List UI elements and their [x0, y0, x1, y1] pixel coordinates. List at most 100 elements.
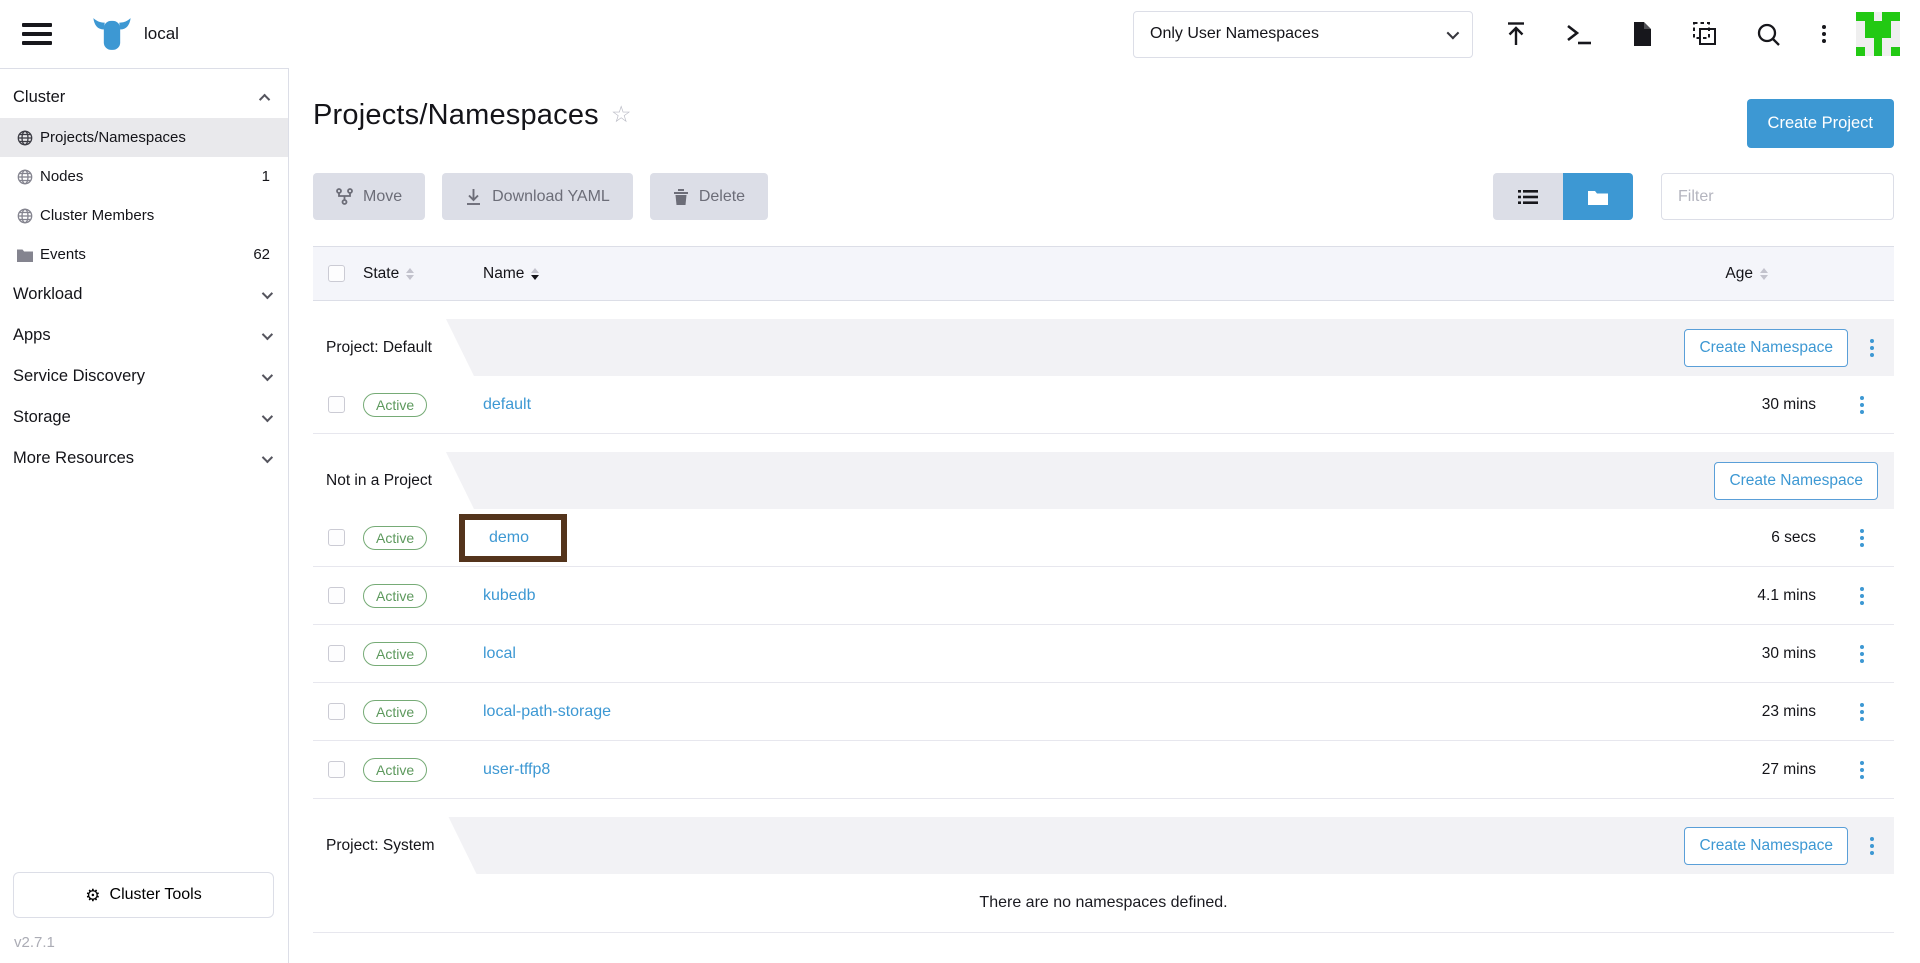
namespace-link[interactable]: default: [483, 396, 531, 414]
namespace-link[interactable]: demo: [489, 529, 529, 547]
kubeconfig-file-icon[interactable]: [1629, 21, 1655, 47]
state-badge: Active: [363, 584, 427, 608]
table-body: Project: Default Create Namespace Active de…: [313, 319, 1894, 933]
move-button[interactable]: Move: [313, 173, 425, 220]
row-checkbox[interactable]: [328, 396, 345, 413]
column-header-age[interactable]: Age: [1680, 265, 1830, 283]
namespace-link[interactable]: user-tffp8: [483, 761, 550, 779]
group-label-tab: Project: Default: [313, 319, 474, 376]
sort-icon: [406, 268, 414, 280]
search-icon[interactable]: [1755, 21, 1781, 47]
filter-input[interactable]: [1661, 173, 1894, 220]
namespace-link[interactable]: local: [483, 645, 516, 663]
create-project-button[interactable]: Create Project: [1747, 99, 1894, 148]
import-yaml-icon[interactable]: [1503, 21, 1529, 47]
row-checkbox[interactable]: [328, 587, 345, 604]
age-value: 27 mins: [1762, 761, 1816, 779]
row-checkbox[interactable]: [328, 703, 345, 720]
sidebar-section-label: Apps: [13, 326, 51, 345]
row-actions-kebab-icon[interactable]: [1856, 699, 1868, 725]
table-row: Activeuser-tffp827 mins: [313, 741, 1894, 799]
row-actions-kebab-icon[interactable]: [1856, 641, 1868, 667]
folder-icon: [16, 246, 33, 263]
download-yaml-button[interactable]: Download YAML: [442, 173, 633, 220]
row-actions-kebab-icon[interactable]: [1856, 525, 1868, 551]
cluster-tools-label: Cluster Tools: [110, 886, 202, 904]
download-icon: [465, 188, 482, 206]
chevron-down-icon: [262, 451, 273, 462]
group-label-tab: Not in a Project: [313, 452, 474, 509]
group-row: Not in a Project Create Namespace: [313, 452, 1894, 509]
row-actions-kebab-icon[interactable]: [1856, 392, 1868, 418]
create-namespace-button[interactable]: Create Namespace: [1684, 329, 1848, 367]
body-row: ClusterProjects/NamespacesNodes1Cluster …: [0, 68, 1920, 963]
row-checkbox[interactable]: [328, 761, 345, 778]
rancher-logo-icon[interactable]: [92, 15, 132, 53]
cluster-name: local: [144, 24, 179, 44]
sidebar-section-workload[interactable]: Workload: [0, 274, 288, 315]
sidebar-section-label: Workload: [13, 285, 82, 304]
table-row: Activelocal30 mins: [313, 625, 1894, 683]
table-row: Activekubedb4.1 mins: [313, 567, 1894, 625]
group-actions-kebab-icon[interactable]: [1866, 833, 1878, 859]
sidebar-section-service-discovery[interactable]: Service Discovery: [0, 356, 288, 397]
topbar-right: Only User Namespaces: [1133, 11, 1900, 58]
move-icon: [336, 188, 353, 205]
table-row: Activedefault30 mins: [313, 376, 1894, 434]
main-content: Projects/Namespaces ☆ Create Project Mov…: [289, 68, 1920, 963]
chevron-down-icon: [262, 410, 273, 421]
user-avatar[interactable]: [1856, 12, 1900, 56]
globe-icon: [16, 168, 33, 185]
create-namespace-button[interactable]: Create Namespace: [1714, 462, 1878, 500]
sidebar-item-cluster-members[interactable]: Cluster Members: [0, 196, 288, 235]
globe-icon: [16, 129, 33, 146]
list-icon: [1518, 189, 1538, 205]
sort-icon: [1760, 268, 1768, 280]
sidebar-section-label: More Resources: [13, 449, 134, 468]
select-all-checkbox[interactable]: [328, 265, 345, 282]
delete-button[interactable]: Delete: [650, 173, 768, 220]
grouped-view-button[interactable]: [1563, 173, 1633, 220]
row-actions-kebab-icon[interactable]: [1856, 583, 1868, 609]
sidebar-section-storage[interactable]: Storage: [0, 397, 288, 438]
namespace-filter-value: Only User Namespaces: [1150, 25, 1319, 43]
state-badge: Active: [363, 393, 427, 417]
group-row: Project: Default Create Namespace: [313, 319, 1894, 376]
sidebar-section-label: Service Discovery: [13, 367, 145, 386]
column-header-state[interactable]: State: [363, 265, 483, 283]
state-badge: Active: [363, 642, 427, 666]
namespace-link[interactable]: kubedb: [483, 587, 536, 605]
sidebar-item-nodes[interactable]: Nodes1: [0, 157, 288, 196]
group-label: Project: Default: [326, 339, 432, 357]
namespace-link[interactable]: local-path-storage: [483, 703, 611, 721]
copy-kubeconfig-icon[interactable]: [1692, 21, 1718, 47]
group-label-tab: Project: System: [313, 817, 477, 874]
row-checkbox[interactable]: [328, 645, 345, 662]
sidebar-item-events[interactable]: Events62: [0, 235, 288, 274]
favorite-star-icon[interactable]: ☆: [611, 101, 632, 128]
right-controls: [1493, 173, 1894, 220]
create-namespace-button[interactable]: Create Namespace: [1684, 827, 1848, 865]
kubectl-shell-icon[interactable]: [1566, 21, 1592, 47]
group-controls: Create Namespace: [1714, 462, 1894, 500]
age-value: 6 secs: [1771, 529, 1816, 547]
list-view-button[interactable]: [1493, 173, 1563, 220]
sidebar-section-cluster[interactable]: Cluster: [0, 77, 288, 118]
age-value: 23 mins: [1762, 703, 1816, 721]
title-row: Projects/Namespaces ☆ Create Project: [313, 99, 1894, 148]
sort-icon-active: [531, 268, 539, 280]
top-bar: local Only User Namespaces: [0, 0, 1920, 68]
group-actions-kebab-icon[interactable]: [1866, 335, 1878, 361]
row-checkbox[interactable]: [328, 529, 345, 546]
sidebar-item-projects-namespaces[interactable]: Projects/Namespaces: [0, 118, 288, 157]
hamburger-menu-icon[interactable]: [22, 23, 52, 45]
sidebar-section-more-resources[interactable]: More Resources: [0, 438, 288, 479]
cluster-tools-button[interactable]: ⚙ Cluster Tools: [13, 872, 274, 918]
sidebar-section-apps[interactable]: Apps: [0, 315, 288, 356]
column-header-name[interactable]: Name: [483, 265, 1680, 283]
sidebar-section-label: Cluster: [13, 88, 65, 107]
namespace-filter-select[interactable]: Only User Namespaces: [1133, 11, 1473, 58]
topbar-icons: [1503, 21, 1830, 47]
row-actions-kebab-icon[interactable]: [1856, 757, 1868, 783]
menu-kebab-icon[interactable]: [1818, 21, 1830, 47]
